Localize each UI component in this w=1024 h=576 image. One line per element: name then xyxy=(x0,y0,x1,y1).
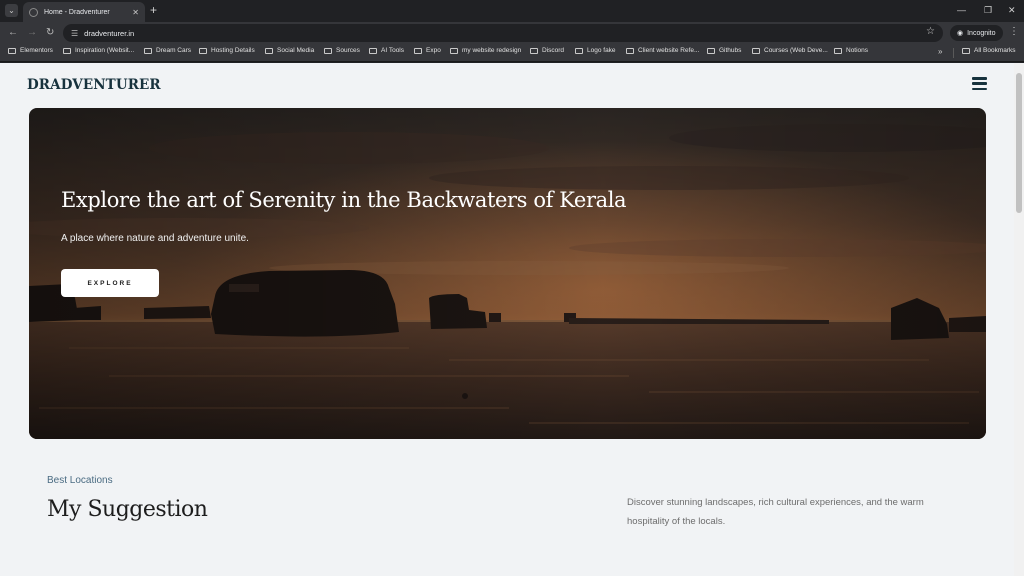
folder-icon xyxy=(962,47,970,54)
more-vertical-icon[interactable]: ⋮ xyxy=(1009,25,1019,39)
bookmark-folder[interactable]: Notions xyxy=(834,47,868,54)
chevron-down-icon[interactable]: ⌄ xyxy=(5,4,18,17)
star-icon[interactable]: ☆ xyxy=(926,26,935,37)
close-icon[interactable]: ✕ xyxy=(1008,3,1016,17)
page-scrollbar[interactable] xyxy=(1014,63,1024,576)
explore-button[interactable]: EXPLORE xyxy=(61,269,159,297)
bookmark-folder[interactable]: Hosting Details xyxy=(199,47,255,54)
hamburger-icon[interactable] xyxy=(972,77,987,90)
browser-tabstrip: ⌄ Home - Dradventurer ✕ + — ❐ ✕ xyxy=(0,0,1024,22)
folder-icon xyxy=(530,47,538,54)
plus-icon[interactable]: + xyxy=(150,3,157,17)
section-description: Discover stunning landscapes, rich cultu… xyxy=(627,497,924,527)
arrow-right-icon[interactable]: → xyxy=(27,26,37,40)
hero-subtitle: A place where nature and adventure unite… xyxy=(61,233,249,244)
folder-icon xyxy=(369,47,377,54)
bookmark-folder[interactable]: Githubs xyxy=(707,47,741,54)
section-eyebrow: Best Locations xyxy=(47,475,113,486)
folder-icon xyxy=(144,47,152,54)
folder-icon xyxy=(324,47,332,54)
bookmark-folder[interactable]: AI Tools xyxy=(369,47,404,54)
tab-title: Home - Dradventurer xyxy=(44,8,110,16)
bookmark-folder[interactable]: Social Media xyxy=(265,47,314,54)
folder-icon xyxy=(575,47,583,54)
scrollbar-thumb[interactable] xyxy=(1016,73,1022,213)
bookmark-folder[interactable]: Elementors xyxy=(8,47,53,54)
folder-icon xyxy=(265,47,273,54)
restore-icon[interactable]: ❐ xyxy=(984,3,992,17)
site-logo[interactable]: DRADVENTURER xyxy=(27,77,161,93)
folder-icon xyxy=(626,47,634,54)
bookmark-folder[interactable]: Dream Cars xyxy=(144,47,191,54)
bookmark-folder[interactable]: Courses (Web Deve... xyxy=(752,47,828,54)
browser-toolbar: ← → ↻ ☰ dradventurer.in ☆ ◉ Incognito ⋮ xyxy=(0,22,1024,44)
globe-icon xyxy=(29,7,38,17)
chevron-double-right-icon[interactable]: » xyxy=(938,47,942,56)
bookmark-folder[interactable]: Client website Refe... xyxy=(626,47,699,54)
reload-icon[interactable]: ↻ xyxy=(46,26,54,40)
divider xyxy=(953,48,954,58)
folder-icon xyxy=(414,47,422,54)
address-bar[interactable]: ☰ dradventurer.in ☆ xyxy=(63,24,943,42)
page-viewport: DRADVENTURER Explore the art of Serenity… xyxy=(0,63,1014,576)
incognito-badge[interactable]: ◉ Incognito xyxy=(950,25,1003,41)
hero-banner: Explore the art of Serenity in the Backw… xyxy=(29,108,986,439)
folder-icon xyxy=(834,47,842,54)
incognito-label: Incognito xyxy=(967,29,996,37)
hero-title: Explore the art of Serenity in the Backw… xyxy=(61,188,627,212)
arrow-left-icon[interactable]: ← xyxy=(8,26,18,40)
bookmark-folder[interactable]: Discord xyxy=(530,47,564,54)
all-bookmarks-button[interactable]: All Bookmarks xyxy=(962,47,1016,54)
bookmark-folder[interactable]: Sources xyxy=(324,47,360,54)
bookmark-folder[interactable]: Expo xyxy=(414,47,441,54)
folder-icon xyxy=(8,47,16,54)
bookmark-folder[interactable]: Inspiration (Websit... xyxy=(63,47,134,54)
bookmarks-bar: Elementors Inspiration (Websit... Dream … xyxy=(0,44,1024,62)
hero-image xyxy=(29,108,986,439)
folder-icon xyxy=(707,47,715,54)
section-title: My Suggestion xyxy=(47,497,208,522)
folder-icon xyxy=(199,47,207,54)
bookmark-folder[interactable]: my website redesign xyxy=(450,47,521,54)
minimize-icon[interactable]: — xyxy=(957,3,966,17)
folder-icon xyxy=(752,47,760,54)
folder-icon xyxy=(63,47,71,54)
browser-tab[interactable]: Home - Dradventurer ✕ xyxy=(23,2,145,22)
incognito-icon: ◉ xyxy=(957,30,964,37)
close-icon[interactable]: ✕ xyxy=(132,8,139,17)
url-text[interactable]: dradventurer.in xyxy=(84,29,134,38)
bookmark-folder[interactable]: Logo fake xyxy=(575,47,616,54)
folder-icon xyxy=(450,47,458,54)
tune-icon[interactable]: ☰ xyxy=(71,29,78,38)
